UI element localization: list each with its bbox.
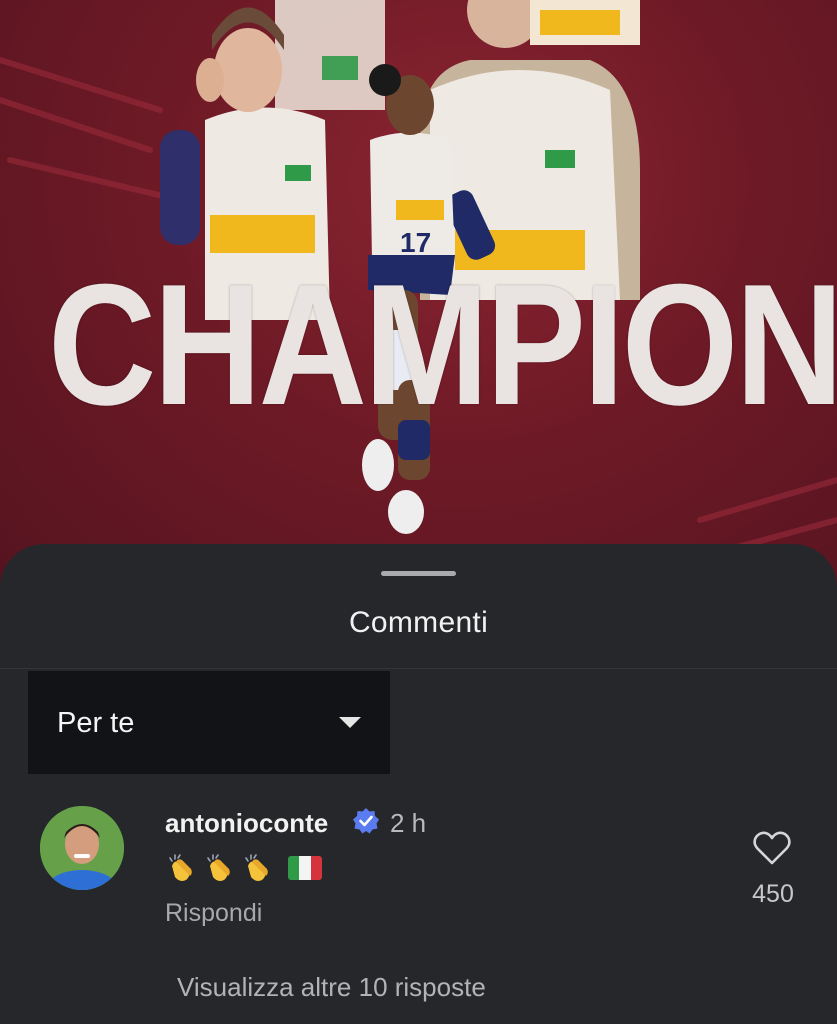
italy-flag-icon bbox=[288, 856, 322, 880]
post-headline: CHAMPIONS bbox=[48, 247, 837, 441]
post-image[interactable]: 17 CHAMPIONS bbox=[0, 0, 837, 600]
sheet-title: Commenti bbox=[348, 606, 489, 639]
verified-badge-icon bbox=[353, 808, 379, 834]
reply-button[interactable]: Rispondi bbox=[165, 899, 262, 928]
clapping-hands-icon bbox=[207, 854, 230, 881]
heart-icon[interactable] bbox=[752, 830, 792, 866]
like-count: 450 bbox=[752, 880, 794, 908]
sort-selected-label: Per te bbox=[57, 707, 135, 739]
avatar[interactable] bbox=[40, 806, 124, 890]
drag-handle[interactable] bbox=[381, 571, 456, 576]
caret-down-icon bbox=[339, 717, 361, 728]
comment-username[interactable]: antonioconte bbox=[165, 808, 328, 839]
comments-sheet: Commenti Per te antonioconte 2 h Rispond… bbox=[0, 544, 837, 1024]
comment-timestamp: 2 h bbox=[390, 808, 427, 838]
clapping-hands-icon bbox=[169, 854, 192, 881]
screen: 17 CHAMPIONS Commenti Per te bbox=[0, 0, 837, 1024]
sort-dropdown[interactable]: Per te bbox=[28, 671, 390, 774]
avatar-portrait bbox=[40, 806, 124, 890]
comment-item: antonioconte 2 h Rispondi 450 bbox=[0, 800, 837, 940]
divider bbox=[0, 668, 837, 669]
comment-text bbox=[166, 850, 322, 886]
view-more-replies-link[interactable]: Visualizza altre 10 risposte bbox=[177, 972, 486, 1003]
clapping-hands-icon bbox=[245, 854, 268, 881]
